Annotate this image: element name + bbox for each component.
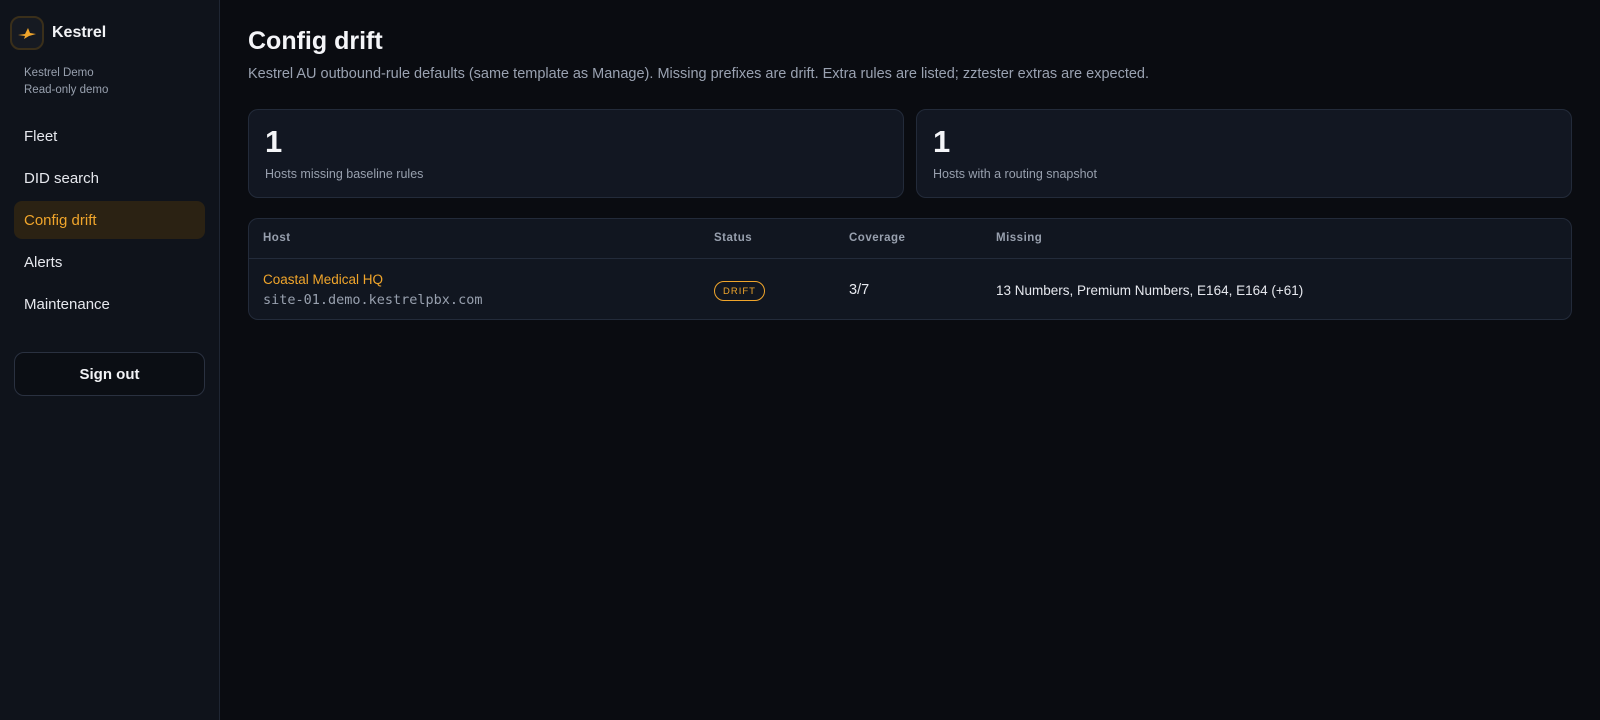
sidebar: Kestrel Kestrel Demo Read-only demo Flee… xyxy=(0,0,220,720)
table-header: Host Status Coverage Missing xyxy=(249,219,1571,259)
org-name: Kestrel Demo xyxy=(24,67,94,79)
coverage-value: 3/7 xyxy=(849,282,870,298)
sidebar-item-alerts[interactable]: Alerts xyxy=(14,243,205,281)
org-info: Kestrel Demo Read-only demo xyxy=(24,65,108,99)
brand[interactable]: Kestrel xyxy=(10,16,106,50)
column-header-host[interactable]: Host xyxy=(263,232,291,244)
sidebar-nav: Fleet DID search Config drift Alerts Mai… xyxy=(14,117,205,327)
sidebar-item-did-search[interactable]: DID search xyxy=(14,159,205,197)
host-name-link[interactable]: Coastal Medical HQ xyxy=(263,272,383,287)
sidebar-item-fleet[interactable]: Fleet xyxy=(14,117,205,155)
org-mode: Read-only demo xyxy=(24,84,109,96)
sign-out-button[interactable]: Sign out xyxy=(14,352,205,396)
drift-table: Host Status Coverage Missing Coastal Med… xyxy=(248,218,1572,320)
column-header-status[interactable]: Status xyxy=(714,232,752,244)
app-name: Kestrel xyxy=(52,24,107,41)
status-badge: DRIFT xyxy=(714,281,765,301)
stat-value: 1 xyxy=(933,124,951,159)
page-title: Config drift xyxy=(248,27,383,55)
kestrel-logo-icon xyxy=(10,16,44,50)
sidebar-item-config-drift[interactable]: Config drift xyxy=(14,201,205,239)
sidebar-item-maintenance[interactable]: Maintenance xyxy=(14,285,205,323)
stat-label: Hosts with a routing snapshot xyxy=(933,167,1097,181)
stat-value: 1 xyxy=(265,124,283,159)
stat-card-missing-baseline: 1 Hosts missing baseline rules xyxy=(248,109,904,198)
column-header-missing[interactable]: Missing xyxy=(996,232,1042,244)
stat-card-routing-snapshot: 1 Hosts with a routing snapshot xyxy=(916,109,1572,198)
column-header-coverage[interactable]: Coverage xyxy=(849,232,905,244)
stat-label: Hosts missing baseline rules xyxy=(265,167,424,181)
host-address: site-01.demo.kestrelpbx.com xyxy=(263,292,483,308)
missing-rules: 13 Numbers, Premium Numbers, E164, E164 … xyxy=(996,283,1304,298)
page-subtitle: Kestrel AU outbound-rule defaults (same … xyxy=(248,66,1150,82)
